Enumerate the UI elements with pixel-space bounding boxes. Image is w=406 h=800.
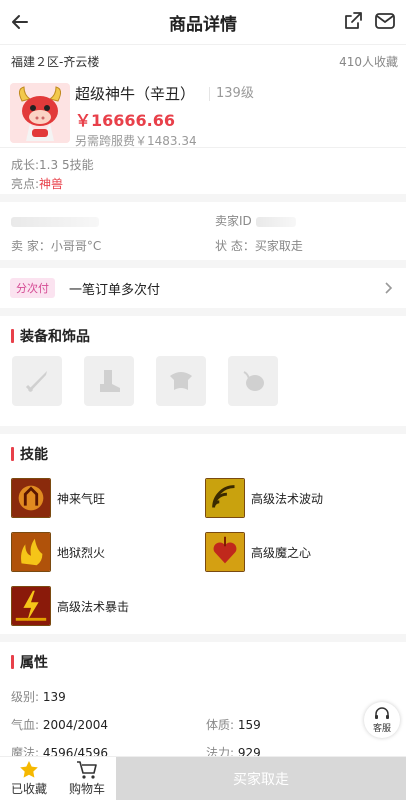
top-header: 商品详情 — [0, 0, 406, 44]
attributes-list: 级别: 139 气血: 2004/2004 体质: 159 魔法: 4596/4… — [0, 682, 406, 766]
seller-info: 卖家ID 卖 家：小哥哥°C 状 态：买家取走 — [0, 202, 406, 260]
product-detail-page: 商品详情 福建２区-齐云楼 410人收藏 超级神牛（辛丑） 139级 ￥1666… — [0, 0, 406, 800]
customer-service-button[interactable]: 客服 — [364, 702, 400, 738]
skill-name: 高级法术暴击 — [57, 599, 130, 614]
sword-icon — [25, 371, 47, 393]
attr-hp: 气血: 2004/2004 — [11, 718, 108, 732]
skill-item[interactable]: 高级法术暴击 — [11, 586, 129, 626]
favorites-count: 410人收藏 — [339, 54, 398, 69]
skills-title: 技能 — [0, 434, 406, 474]
skill-name: 神来气旺 — [57, 491, 106, 506]
skill-name: 高级法术波动 — [251, 491, 324, 506]
highlight-label: 亮点: — [11, 177, 40, 191]
seller-id-label: 卖家ID — [215, 214, 252, 228]
product-name-row: 超级神牛（辛丑） 139级 — [75, 83, 254, 104]
section-gap — [0, 426, 406, 434]
growth-text: 成长:1.3 5技能 — [11, 158, 94, 172]
equip-slot-weapon[interactable] — [12, 356, 62, 406]
status-label: 状 态： — [215, 239, 255, 253]
product-price: ￥16666.66 — [75, 111, 176, 130]
skill-item[interactable]: 高级法术波动 — [205, 478, 323, 518]
magic-heart-icon — [205, 532, 245, 572]
message-button[interactable] — [374, 10, 398, 34]
skill-name: 地狱烈火 — [57, 545, 106, 560]
seller-name: 小哥哥°C — [50, 239, 102, 253]
back-button[interactable] — [6, 8, 34, 36]
cart-button[interactable]: 购物车 — [58, 757, 116, 800]
equip-slot-boots[interactable] — [84, 356, 134, 406]
service-label: 客服 — [372, 723, 391, 734]
equip-slot-armor[interactable] — [156, 356, 206, 406]
boot-icon — [100, 370, 120, 392]
skill-name: 高级魔之心 — [251, 545, 312, 560]
star-icon — [20, 761, 38, 778]
section-gap — [0, 194, 406, 202]
magic-crit-icon — [11, 586, 51, 626]
mail-icon — [375, 13, 395, 29]
seller-label: 卖 家： — [11, 239, 51, 253]
headset-icon — [375, 706, 389, 719]
god-spirit-icon — [11, 478, 51, 518]
favorite-label: 已收藏 — [10, 782, 47, 796]
product-info: 超级神牛（辛丑） 139级 ￥16666.66 另需跨服费￥1483.34 — [75, 83, 254, 148]
attr-level: 级别: 139 — [11, 690, 66, 704]
section-gap — [0, 308, 406, 316]
arrow-left-icon — [12, 15, 28, 29]
server-row: 福建２区-齐云楼 410人收藏 — [0, 45, 406, 77]
skill-item[interactable]: 神来气旺 — [11, 478, 105, 518]
page-title: 商品详情 — [169, 14, 237, 35]
highlight-row: 亮点:神兽 — [11, 175, 395, 194]
share-button[interactable] — [342, 10, 366, 34]
blurred-field — [11, 214, 99, 228]
seller-name-row: 卖 家：小哥哥°C — [11, 237, 101, 254]
skill-item[interactable]: 高级魔之心 — [205, 532, 311, 572]
equipment-title: 装备和饰品 — [0, 316, 406, 356]
growth-info: 成长:1.3 5技能 亮点:神兽 — [0, 148, 406, 194]
attr-constitution: 体质: 159 — [206, 718, 261, 732]
installment-row[interactable]: 分次付 一笔订单多次付 — [0, 268, 406, 308]
highlight-value: 神兽 — [39, 177, 64, 191]
pet-avatar — [10, 83, 70, 143]
cart-icon — [77, 761, 97, 779]
section-gap — [0, 634, 406, 642]
hell-fire-icon — [11, 532, 51, 572]
section-gap — [0, 260, 406, 268]
attr-row: 气血: 2004/2004 体质: 159 — [11, 710, 395, 738]
product-summary: 超级神牛（辛丑） 139级 ￥16666.66 另需跨服费￥1483.34 — [0, 77, 406, 148]
status-value: 买家取走 — [254, 239, 303, 253]
skills-grid: 神来气旺 高级法术波动 地狱烈火 高级魔之心 高级法术暴击 — [0, 474, 406, 634]
cross-server-fee: 另需跨服费￥1483.34 — [75, 134, 197, 148]
seller-id-row: 卖家ID — [215, 212, 296, 229]
product-level: 139级 — [209, 86, 254, 101]
bottom-bar: 已收藏 购物车 买家取走 — [0, 756, 406, 800]
installment-tag: 分次付 — [10, 278, 55, 298]
bull-avatar-icon — [10, 83, 70, 143]
share-icon — [345, 12, 362, 29]
attr-row: 级别: 139 — [11, 682, 395, 710]
product-name: 超级神牛（辛丑） — [75, 85, 196, 103]
chevron-right-icon — [385, 282, 393, 294]
installment-text: 一笔订单多次付 — [69, 282, 161, 298]
armor-icon — [170, 372, 192, 390]
buy-button[interactable]: 买家取走 — [116, 757, 406, 800]
favorite-button[interactable]: 已收藏 — [0, 757, 58, 800]
ornament-icon — [243, 371, 264, 391]
cart-label: 购物车 — [68, 782, 105, 796]
equip-slot-accessory[interactable] — [228, 356, 278, 406]
equipment-slots — [0, 356, 406, 426]
status-row: 状 态：买家取走 — [215, 237, 303, 254]
server-name: 福建２区-齐云楼 — [11, 54, 100, 69]
attributes-title: 属性 — [0, 642, 406, 682]
magic-wave-icon — [205, 478, 245, 518]
skill-item[interactable]: 地狱烈火 — [11, 532, 105, 572]
